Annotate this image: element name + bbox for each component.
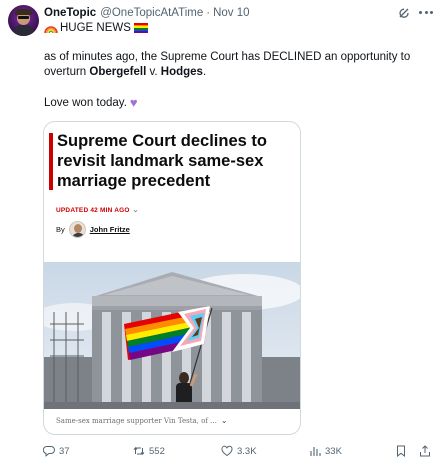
- rainbow-emoji: [44, 23, 58, 33]
- chevron-down-icon[interactable]: ⌄: [221, 416, 228, 425]
- card-headline: Supreme Court declines to revisit landma…: [57, 132, 267, 190]
- byline-prefix: By: [56, 225, 65, 234]
- more-icon[interactable]: [419, 11, 433, 15]
- like-count: 3.3K: [237, 445, 257, 457]
- supreme-court-photo: [44, 262, 300, 409]
- share-icon: [420, 445, 430, 457]
- photo-caption: Same-sex marriage supporter Vin Testa, o…: [56, 416, 228, 425]
- avatar-hat: [15, 9, 32, 15]
- huge-news-text: HUGE NEWS: [60, 22, 131, 34]
- updated-text: UPDATED 42 MIN AGO: [56, 206, 130, 214]
- views-icon: [310, 447, 321, 456]
- tweet-actions: 37 552 3.3K 33K: [43, 443, 435, 459]
- author-avatar: [68, 221, 86, 238]
- user-handle[interactable]: @OneTopicAtATime: [100, 7, 203, 19]
- body-bold-obergefell: Obergefell: [89, 66, 147, 78]
- body-text-end: .: [202, 66, 207, 78]
- love-line: Love won today. ♥: [44, 96, 138, 109]
- tweet-line-1: HUGE NEWS: [44, 22, 148, 34]
- bookmark-icon: [397, 445, 405, 457]
- chevron-down-icon: ⌄: [132, 207, 139, 214]
- reply-icon: [43, 446, 55, 457]
- tweet-header: OneTopic @OneTopicAtATime · Nov 10: [44, 5, 250, 21]
- caption-text: Same-sex marriage supporter Vin Testa, o…: [56, 416, 217, 425]
- repost-button[interactable]: 552: [133, 443, 165, 459]
- reply-count: 37: [59, 445, 70, 457]
- like-icon: [221, 445, 233, 457]
- grok-icon[interactable]: [398, 7, 410, 19]
- display-name[interactable]: OneTopic: [44, 7, 96, 19]
- share-button[interactable]: [419, 443, 431, 459]
- separator-dot: ·: [206, 7, 211, 19]
- link-card[interactable]: Supreme Court declines to revisit landma…: [43, 121, 301, 435]
- like-button[interactable]: 3.3K: [221, 443, 257, 459]
- purple-heart-emoji: ♥: [129, 95, 138, 110]
- love-text: Love won today.: [44, 96, 127, 109]
- reply-button[interactable]: 37: [43, 443, 70, 459]
- bookmark-button[interactable]: [395, 443, 407, 459]
- rainbow-flag-emoji: [133, 23, 148, 34]
- repost-icon: [133, 447, 145, 455]
- body-text-mid: v.: [146, 66, 161, 78]
- avatar-glasses: [18, 16, 29, 19]
- body-bold-hodges: Hodges: [160, 66, 203, 78]
- tweet-date[interactable]: Nov 10: [213, 7, 249, 19]
- updated-label: UPDATED 42 MIN AGO ⌄: [56, 206, 139, 215]
- avatar-body: [13, 25, 34, 36]
- avatar[interactable]: [8, 5, 39, 36]
- headline-accent-bar: [49, 133, 53, 190]
- views-count: 33K: [325, 445, 342, 457]
- byline: By John Fritze: [56, 221, 130, 238]
- repost-count: 552: [149, 445, 165, 457]
- tweet-body: as of minutes ago, the Supreme Court has…: [44, 50, 434, 80]
- views-button[interactable]: 33K: [309, 443, 342, 459]
- author-link[interactable]: John Fritze: [90, 225, 130, 234]
